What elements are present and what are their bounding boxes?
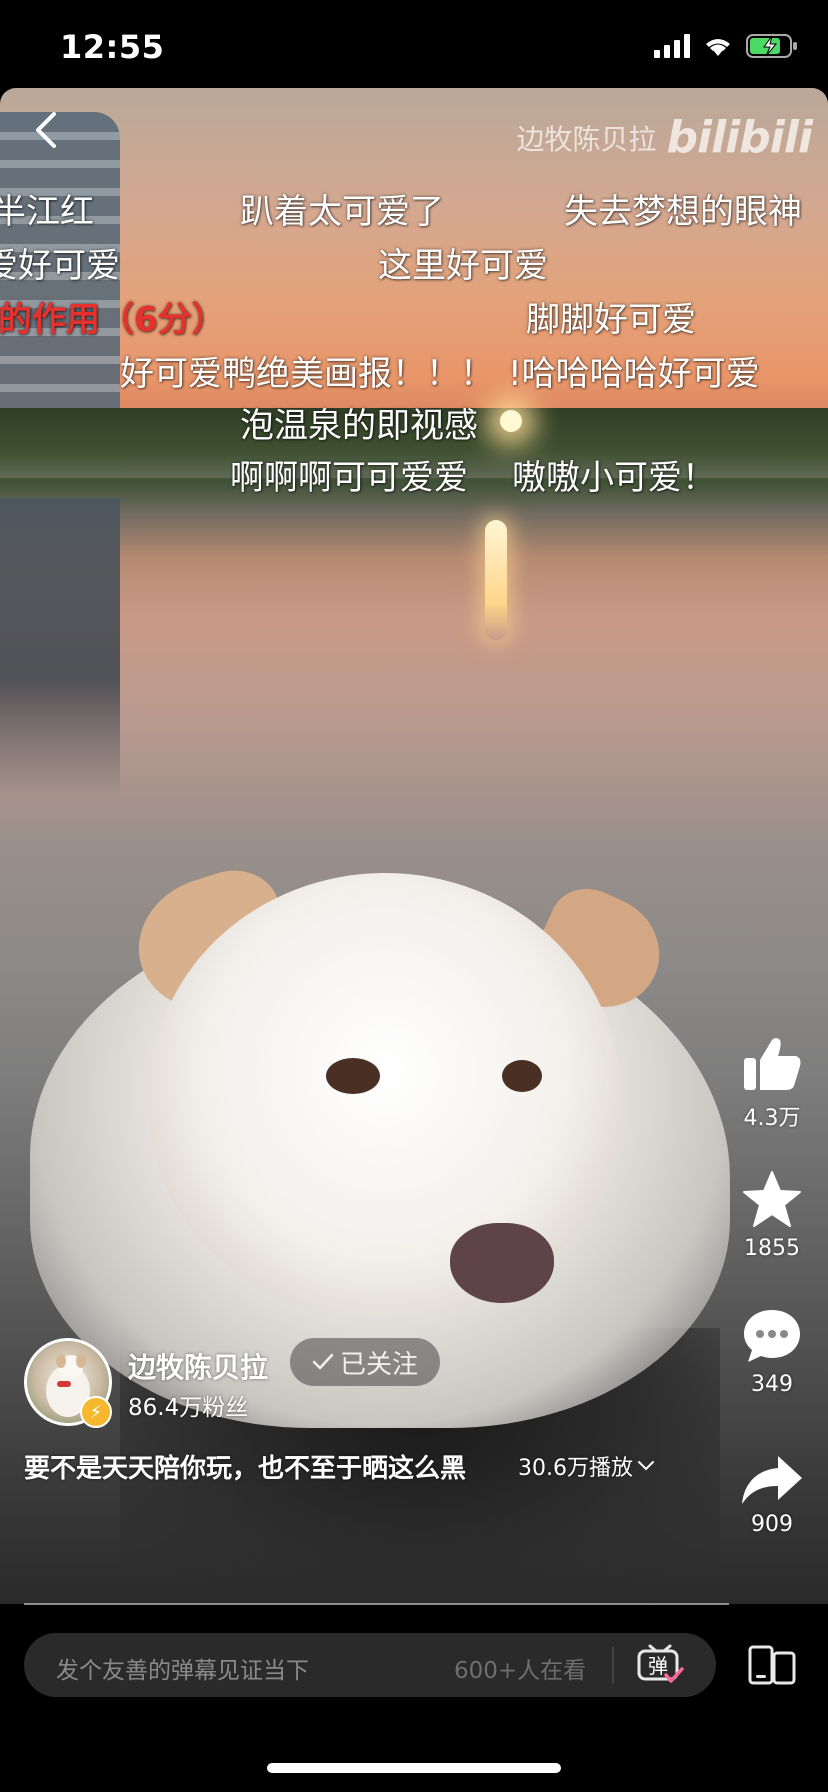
dog-nose bbox=[450, 1223, 554, 1303]
bilibili-logo: bilibili bbox=[666, 112, 813, 163]
favorite-button[interactable]: 1855 bbox=[732, 1168, 812, 1261]
status-bar: 12:55 bbox=[0, 0, 828, 88]
video-caption: 要不是天天陪你玩，也不至于晒这么黑 bbox=[24, 1454, 467, 1484]
building-reflection bbox=[0, 498, 120, 798]
divider bbox=[612, 1647, 614, 1683]
checkmark-icon bbox=[312, 1353, 334, 1370]
home-indicator[interactable] bbox=[267, 1763, 561, 1773]
comment-bubble-icon bbox=[744, 1310, 800, 1362]
danmaku-comment-highlight: 的作用（6分） bbox=[0, 300, 226, 340]
share-arrow-icon bbox=[742, 1456, 802, 1504]
comment-count: 349 bbox=[751, 1372, 793, 1397]
viewer-count: 600+人在看 bbox=[454, 1658, 587, 1684]
sun-reflection bbox=[485, 520, 507, 640]
battery-charging-icon bbox=[746, 34, 797, 58]
share-button[interactable]: 909 bbox=[732, 1452, 812, 1537]
author-name[interactable]: 边牧陈贝拉 bbox=[128, 1346, 268, 1386]
danmaku-comment: 泡温泉的即视感 bbox=[240, 406, 478, 446]
verified-badge-icon: ⚡ bbox=[80, 1396, 112, 1428]
follow-label: 已关注 bbox=[339, 1349, 418, 1380]
signal-icon bbox=[654, 34, 690, 58]
dog-left-eye bbox=[326, 1058, 380, 1094]
status-icons bbox=[654, 34, 798, 58]
danmaku-input-placeholder: 发个友善的弹幕见证当下 bbox=[56, 1658, 309, 1684]
follow-button[interactable]: 已关注 bbox=[290, 1338, 440, 1386]
play-count-label: 30.6万播放 bbox=[518, 1456, 633, 1481]
video-progress-bar[interactable] bbox=[24, 1603, 729, 1605]
screen-rotate-icon[interactable] bbox=[748, 1645, 796, 1685]
like-button[interactable]: 4.3万 bbox=[732, 1032, 812, 1132]
chevron-down-icon bbox=[638, 1461, 654, 1471]
danmaku-comment: 嗷嗷小可爱！ bbox=[512, 458, 716, 498]
danmaku-comment: 啊啊啊可可爱爱 bbox=[230, 458, 468, 498]
sun bbox=[500, 410, 522, 432]
danmaku-comment: !哈哈哈哈好可爱 bbox=[508, 354, 760, 394]
danmaku-comment: 趴着太可爱了 bbox=[240, 192, 444, 232]
dog-right-eye bbox=[502, 1060, 542, 1092]
danmaku-comment: 脚脚好可爱 bbox=[526, 300, 696, 340]
thumbs-up-icon bbox=[744, 1038, 801, 1090]
danmaku-comment: 好可爱鸭绝美画报！！！ bbox=[120, 354, 494, 394]
danmaku-comment: 失去梦想的眼神 bbox=[564, 192, 802, 232]
watermark-author: 边牧陈贝拉 bbox=[516, 122, 657, 156]
danmaku-comment: 这里好可爱 bbox=[378, 246, 548, 286]
danmaku-toggle-icon[interactable]: 弹 bbox=[636, 1643, 684, 1687]
danmaku-input[interactable]: 发个友善的弹幕见证当下 600+人在看 弹 bbox=[24, 1633, 716, 1697]
play-count[interactable]: 30.6万播放 bbox=[518, 1450, 655, 1482]
favorite-count: 1855 bbox=[744, 1236, 800, 1261]
wifi-icon bbox=[706, 39, 730, 56]
danmaku-comment: 爱好可爱 bbox=[0, 246, 120, 286]
comment-button[interactable]: 349 bbox=[732, 1304, 812, 1397]
watermark: 边牧陈贝拉 bilibili bbox=[516, 112, 814, 163]
share-count: 909 bbox=[751, 1512, 793, 1537]
fans-count: 86.4万粉丝 bbox=[128, 1395, 249, 1421]
star-icon bbox=[743, 1171, 801, 1227]
danmaku-comment: 半江红 bbox=[0, 192, 94, 232]
status-time: 12:55 bbox=[60, 28, 165, 66]
like-count: 4.3万 bbox=[743, 1106, 801, 1131]
back-chevron-icon[interactable] bbox=[28, 110, 68, 150]
